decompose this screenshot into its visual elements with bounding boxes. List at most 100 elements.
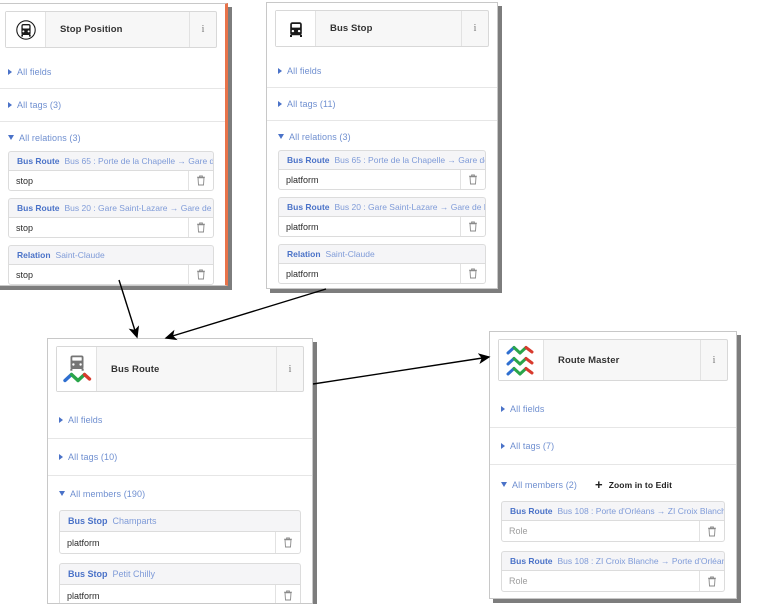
member-name: Bus 65 : Porte de la Chapelle → Gare de … bbox=[64, 156, 214, 166]
plus-icon: + bbox=[595, 477, 603, 492]
member-list: Bus Route Bus 108 : Porte d'Orléans → ZI … bbox=[490, 501, 736, 592]
role-input[interactable]: stop bbox=[9, 171, 188, 190]
section-label: All fields bbox=[510, 404, 545, 414]
list-item[interactable]: Bus Route Bus 65 : Porte de la Chapelle →… bbox=[278, 150, 486, 190]
chevron-right-icon bbox=[278, 101, 282, 107]
panel-title: Bus Stop bbox=[330, 23, 373, 34]
role-input[interactable]: platform bbox=[60, 585, 275, 603]
member-name: Saint-Claude bbox=[325, 249, 375, 259]
chevron-right-icon bbox=[8, 102, 12, 108]
delete-button[interactable] bbox=[188, 171, 213, 190]
section-label: All relations (3) bbox=[289, 132, 351, 142]
arrow-bus-stop-to-bus-route bbox=[164, 288, 327, 341]
section-label: All fields bbox=[17, 67, 52, 77]
role-input[interactable]: stop bbox=[9, 218, 188, 237]
list-item[interactable]: Bus Route Bus 108 : ZI Croix Blanche → Po… bbox=[501, 551, 725, 592]
panel-title: Route Master bbox=[558, 354, 620, 366]
panel-bus-route[interactable]: Bus Route i All fields All tags (10) All… bbox=[47, 338, 313, 604]
member-type: Bus Route bbox=[510, 506, 553, 516]
section-all-fields[interactable]: All fields bbox=[48, 402, 312, 439]
member-name: Bus 20 : Gare Saint-Lazare → Gare de Lyo… bbox=[334, 202, 486, 212]
section-all-relations[interactable]: All relations (3) Bus Route Bus 65 : Port… bbox=[0, 122, 225, 285]
relation-list: Bus Route Bus 65 : Porte de la Chapelle →… bbox=[0, 151, 225, 285]
zoom-in-to-edit-label: Zoom in to Edit bbox=[608, 479, 673, 490]
role-input[interactable]: Role bbox=[502, 571, 699, 591]
section-all-fields[interactable]: All fields bbox=[490, 391, 736, 428]
panel-route-master[interactable]: Route Master i All fields All tags (7) A… bbox=[489, 331, 737, 599]
chevron-down-icon bbox=[278, 134, 284, 139]
section-label: All relations (3) bbox=[19, 133, 81, 143]
delete-button[interactable] bbox=[188, 218, 213, 237]
panel-bus-stop[interactable]: Bus Stop i All fields All tags (11) All … bbox=[266, 2, 498, 289]
list-item[interactable]: Bus Route Bus 20 : Gare Saint-Lazare → Ga… bbox=[278, 197, 486, 237]
delete-button[interactable] bbox=[699, 571, 724, 591]
role-input[interactable]: platform bbox=[279, 264, 460, 283]
info-button[interactable]: i bbox=[189, 12, 216, 47]
list-item[interactable]: Bus Stop Champarts platform bbox=[59, 510, 301, 554]
role-input[interactable]: stop bbox=[9, 265, 188, 284]
chevron-right-icon bbox=[8, 69, 12, 75]
section-label: All members (2) bbox=[512, 479, 578, 490]
member-name: Bus 65 : Porte de la Chapelle → Gare de … bbox=[334, 155, 486, 165]
delete-button[interactable] bbox=[699, 521, 724, 541]
arrow-stop-position-to-bus-route bbox=[118, 279, 140, 339]
member-type: Bus Route bbox=[17, 203, 60, 213]
delete-button[interactable] bbox=[460, 170, 485, 189]
list-item[interactable]: Bus Stop Petit Chilly platform bbox=[59, 563, 301, 603]
role-input[interactable]: platform bbox=[279, 217, 460, 236]
info-button[interactable]: i bbox=[461, 11, 488, 46]
chevron-right-icon bbox=[59, 417, 63, 423]
delete-button[interactable] bbox=[275, 585, 300, 603]
member-type: Bus Route bbox=[287, 202, 330, 212]
panel-header-stop-position: Stop Position i bbox=[5, 11, 217, 48]
list-item[interactable]: Relation Saint-Claude platform bbox=[278, 244, 486, 284]
list-item[interactable]: Bus Route Bus 20 : Gare Saint-Lazare → Ga… bbox=[8, 198, 214, 238]
member-name: Bus 108 : Porte d'Orléans → ZI Croix Bla… bbox=[557, 506, 725, 516]
member-name: Bus 20 : Gare Saint-Lazare → Gare de Lyo… bbox=[64, 203, 214, 213]
delete-button[interactable] bbox=[188, 265, 213, 284]
member-name: Champarts bbox=[112, 516, 157, 526]
section-all-members[interactable]: All members (190) Bus Stop Champarts plat… bbox=[48, 476, 312, 603]
chevron-down-icon bbox=[59, 491, 65, 496]
section-all-fields[interactable]: All fields bbox=[0, 56, 225, 89]
role-input[interactable]: Role bbox=[502, 521, 699, 541]
section-all-tags[interactable]: All tags (3) bbox=[0, 89, 225, 122]
member-name: Saint-Claude bbox=[55, 250, 105, 260]
section-label: All tags (11) bbox=[287, 99, 336, 109]
list-item[interactable]: Bus Route Bus 108 : Porte d'Orléans → ZI … bbox=[501, 501, 725, 542]
role-input[interactable]: platform bbox=[60, 532, 275, 553]
panel-stop-position[interactable]: Stop Position i All fields All tags (3) … bbox=[0, 3, 228, 286]
delete-button[interactable] bbox=[460, 264, 485, 283]
section-all-tags[interactable]: All tags (10) bbox=[48, 439, 312, 476]
section-all-fields[interactable]: All fields bbox=[267, 55, 497, 88]
section-all-relations[interactable]: All relations (3) Bus Route Bus 65 : Port… bbox=[267, 121, 497, 284]
delete-button[interactable] bbox=[460, 217, 485, 236]
relation-list: Bus Route Bus 65 : Porte de la Chapelle →… bbox=[267, 150, 497, 284]
panel-title: Bus Route bbox=[111, 363, 160, 375]
panel-header-bus-route: Bus Route i bbox=[56, 346, 304, 392]
list-item[interactable]: Bus Route Bus 65 : Porte de la Chapelle →… bbox=[8, 151, 214, 191]
panel-title: Stop Position bbox=[60, 24, 123, 35]
member-type: Bus Route bbox=[17, 156, 60, 166]
member-list: Bus Stop Champarts platform Bus Stop Petit… bbox=[48, 510, 312, 603]
section-label: All tags (3) bbox=[17, 100, 62, 110]
section-all-tags[interactable]: All tags (7) bbox=[490, 428, 736, 465]
section-label: All tags (10) bbox=[68, 452, 118, 462]
chevron-right-icon bbox=[59, 454, 63, 460]
zoom-in-to-edit-button[interactable]: + Zoom in to Edit bbox=[595, 478, 672, 491]
section-all-tags[interactable]: All tags (11) bbox=[267, 88, 497, 121]
chevron-right-icon bbox=[501, 406, 505, 412]
section-label: All fields bbox=[287, 66, 322, 76]
info-button[interactable]: i bbox=[276, 347, 303, 391]
bus-route-icon bbox=[57, 347, 97, 391]
member-type: Bus Stop bbox=[68, 569, 108, 579]
delete-button[interactable] bbox=[275, 532, 300, 553]
role-input[interactable]: platform bbox=[279, 170, 460, 189]
list-item[interactable]: Relation Saint-Claude stop bbox=[8, 245, 214, 285]
bus-icon bbox=[276, 11, 316, 46]
chevron-down-icon bbox=[8, 135, 14, 140]
member-type: Bus Stop bbox=[68, 516, 108, 526]
info-button[interactable]: i bbox=[700, 340, 727, 380]
chevron-down-icon bbox=[501, 481, 507, 487]
section-all-members[interactable]: All members (2) + Zoom in to Edit Bus Ro… bbox=[490, 465, 736, 592]
